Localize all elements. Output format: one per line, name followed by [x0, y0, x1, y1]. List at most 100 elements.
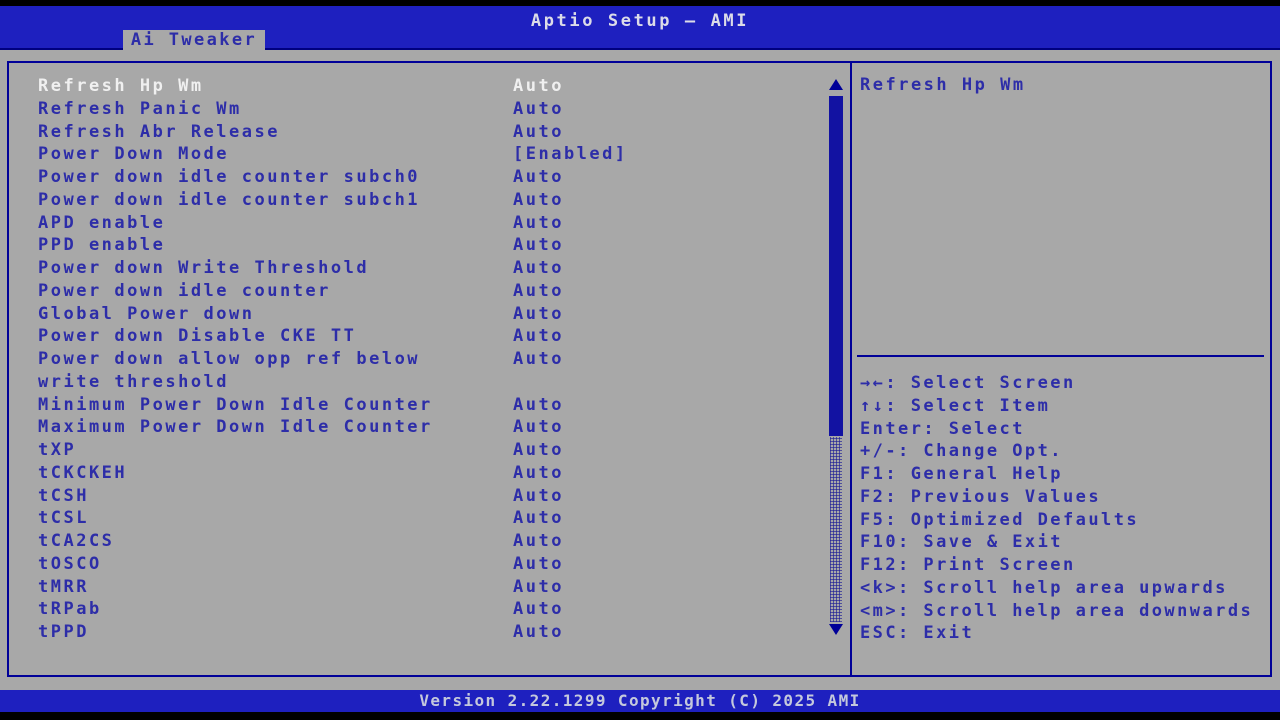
setting-name: Power down allow opp ref below: [38, 348, 420, 371]
key-legend: →←: Select Screen↑↓: Select ItemEnter: S…: [860, 372, 1270, 645]
settings-list: Refresh Hp WmAutoRefresh Panic WmAutoRef…: [9, 75, 809, 644]
setting-name: Power down idle counter: [38, 280, 331, 303]
key-binding: Enter: Select: [860, 418, 1270, 441]
setting-name: tOSCO: [38, 553, 102, 576]
setting-value: Auto: [513, 234, 564, 257]
setting-name: Power down idle counter subch0: [38, 166, 420, 189]
key-binding: F12: Print Screen: [860, 554, 1270, 577]
setting-name: Refresh Abr Release: [38, 121, 280, 144]
key-binding: ↑↓: Select Item: [860, 395, 1270, 418]
setting-name: tMRR: [38, 576, 89, 599]
setting-value: Auto: [513, 121, 564, 144]
page-title: Aptio Setup – AMI: [0, 11, 1280, 31]
setting-value: Auto: [513, 507, 564, 530]
key-binding: <m>: Scroll help area downwards: [860, 600, 1270, 623]
setting-name: tCKCKEH: [38, 462, 127, 485]
setting-value: Auto: [513, 212, 564, 235]
setting-value: Auto: [513, 416, 564, 439]
setting-value: Auto: [513, 166, 564, 189]
setting-value: Auto: [513, 280, 564, 303]
help-divider: [857, 355, 1264, 357]
setting-row[interactable]: Refresh Abr Release Auto: [9, 121, 809, 144]
setting-row[interactable]: tCSHAuto: [9, 485, 809, 508]
setting-row[interactable]: tCKCKEH Auto: [9, 462, 809, 485]
setting-name: Global Power down: [38, 303, 255, 326]
setting-value: Auto: [513, 439, 564, 462]
setting-row[interactable]: tPPD Auto: [9, 621, 809, 644]
setting-row[interactable]: tOSCO Auto: [9, 553, 809, 576]
setting-row[interactable]: Power down idle counter Auto: [9, 280, 809, 303]
help-panel: Refresh Hp Wm →←: Select Screen↑↓: Selec…: [850, 63, 1270, 675]
setting-name: write threshold: [38, 371, 229, 394]
setting-value: Auto: [513, 98, 564, 121]
bottom-black-strip: [0, 712, 1280, 720]
key-binding: +/-: Change Opt.: [860, 440, 1270, 463]
key-binding: F1: General Help: [860, 463, 1270, 486]
setting-value: Auto: [513, 553, 564, 576]
setting-value: Auto: [513, 394, 564, 417]
setting-name: APD enable: [38, 212, 165, 235]
setting-value: Auto: [513, 189, 564, 212]
setting-value: Auto: [513, 75, 564, 98]
setting-value: Auto: [513, 621, 564, 644]
setting-row[interactable]: Power down idle counter subch1 Auto: [9, 189, 809, 212]
key-binding: F5: Optimized Defaults: [860, 509, 1270, 532]
setting-name: tCA2CS: [38, 530, 114, 553]
setting-name: tCSH: [38, 485, 89, 508]
setting-name: tRPab: [38, 598, 102, 621]
setting-value: Auto: [513, 348, 564, 371]
setting-name: Maximum Power Down Idle Counter: [38, 416, 433, 439]
setting-row[interactable]: Refresh Hp Wm Auto: [9, 75, 809, 98]
setting-value: Auto: [513, 598, 564, 621]
tab-ai-tweaker[interactable]: Ai Tweaker: [123, 30, 265, 50]
setting-row[interactable]: Power Down Mode[Enabled]: [9, 143, 809, 166]
scrollbar-track[interactable]: [830, 437, 842, 622]
setting-name: PPD enable: [38, 234, 165, 257]
setting-name: tCSL: [38, 507, 89, 530]
setting-name: Power down Disable CKE TT: [38, 325, 356, 348]
setting-row[interactable]: tCSL Auto: [9, 507, 809, 530]
setting-row[interactable]: tXPAuto: [9, 439, 809, 462]
setting-value: Auto: [513, 303, 564, 326]
setting-value: Auto: [513, 462, 564, 485]
bios-setup-screen: Aptio Setup – AMI Ai Tweaker Refresh Hp …: [0, 0, 1280, 720]
setting-row[interactable]: tCA2CS Auto: [9, 530, 809, 553]
setting-value: Auto: [513, 325, 564, 348]
setting-row-continuation: write threshold: [9, 371, 809, 394]
setting-row[interactable]: Maximum Power Down Idle Counter Auto: [9, 416, 809, 439]
key-binding: F10: Save & Exit: [860, 531, 1270, 554]
key-binding: <k>: Scroll help area upwards: [860, 577, 1270, 600]
setting-name: Minimum Power Down Idle Counter: [38, 394, 433, 417]
key-binding: ESC: Exit: [860, 622, 1270, 645]
key-binding: F2: Previous Values: [860, 486, 1270, 509]
setting-row[interactable]: APD enable Auto: [9, 212, 809, 235]
scroll-down-arrow-icon[interactable]: [829, 624, 843, 635]
setting-row[interactable]: Global Power down Auto: [9, 303, 809, 326]
setting-name: Refresh Panic Wm: [38, 98, 242, 121]
setting-row[interactable]: tRPab Auto: [9, 598, 809, 621]
setting-row[interactable]: Power down allow opp ref below Auto: [9, 348, 809, 371]
setting-row[interactable]: Power down idle counter subch0 Auto: [9, 166, 809, 189]
setting-row[interactable]: Refresh Panic Wm Auto: [9, 98, 809, 121]
content-box: Refresh Hp WmAutoRefresh Panic WmAutoRef…: [7, 61, 1272, 677]
setting-row[interactable]: tMRRAuto: [9, 576, 809, 599]
setting-row[interactable]: PPD enable Auto: [9, 234, 809, 257]
setting-name: Power Down Mode: [38, 143, 229, 166]
setting-value: Auto: [513, 530, 564, 553]
scroll-up-arrow-icon[interactable]: [829, 79, 843, 90]
version-text: Version 2.22.1299 Copyright (C) 2025 AMI: [419, 691, 860, 710]
setting-value: Auto: [513, 257, 564, 280]
footer: Version 2.22.1299 Copyright (C) 2025 AMI: [0, 690, 1280, 712]
setting-row[interactable]: Power down Disable CKE TT Auto: [9, 325, 809, 348]
footer-gap: [0, 677, 1280, 690]
setting-row[interactable]: Minimum Power Down Idle Counter Auto: [9, 394, 809, 417]
scrollbar[interactable]: [827, 63, 845, 675]
setting-row[interactable]: Power down Write Threshold Auto: [9, 257, 809, 280]
setting-name: Power down Write Threshold: [38, 257, 369, 280]
setting-name: Refresh Hp Wm: [38, 75, 204, 98]
setting-name: tPPD: [38, 621, 89, 644]
setting-name: Power down idle counter subch1: [38, 189, 420, 212]
scrollbar-thumb[interactable]: [829, 96, 843, 436]
help-title: Refresh Hp Wm: [860, 75, 1026, 95]
key-binding: →←: Select Screen: [860, 372, 1270, 395]
